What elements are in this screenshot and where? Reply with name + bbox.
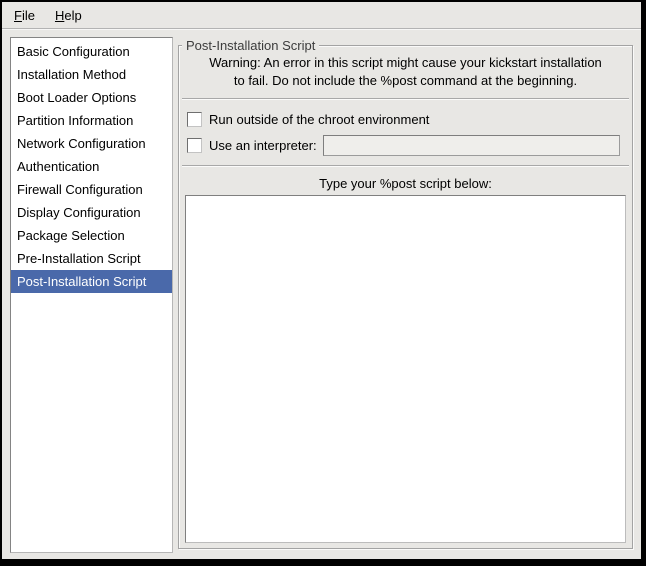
warning-text: Warning: An error in this script might c… — [179, 54, 632, 90]
sidebar-item-display-configuration[interactable]: Display Configuration — [11, 201, 172, 224]
menu-bar: File Help — [2, 2, 641, 29]
frame-title: Post-Installation Script — [182, 38, 319, 53]
sidebar-item-firewall-configuration[interactable]: Firewall Configuration — [11, 178, 172, 201]
interpreter-checkbox[interactable] — [187, 138, 202, 153]
script-instruction-label: Type your %post script below: — [179, 176, 632, 191]
menu-file[interactable]: File — [8, 5, 41, 26]
interpreter-checkbox-label[interactable]: Use an interpreter: — [209, 138, 317, 153]
chroot-checkbox[interactable] — [187, 112, 202, 127]
separator — [182, 165, 629, 167]
post-script-textarea[interactable] — [185, 195, 626, 543]
sidebar-item-partition-information[interactable]: Partition Information — [11, 109, 172, 132]
warning-line-1: Warning: An error in this script might c… — [179, 54, 632, 72]
chroot-checkbox-label[interactable]: Run outside of the chroot environment — [209, 112, 429, 127]
sidebar-item-package-selection[interactable]: Package Selection — [11, 224, 172, 247]
section-list: Basic Configuration Installation Method … — [10, 37, 173, 553]
sidebar-item-network-configuration[interactable]: Network Configuration — [11, 132, 172, 155]
menu-help-mnemonic: H — [55, 8, 64, 23]
menu-help-label: elp — [64, 8, 81, 23]
interpreter-entry[interactable] — [323, 135, 620, 156]
post-installation-script-frame: Post-Installation Script Warning: An err… — [178, 45, 633, 549]
menu-file-label: ile — [22, 8, 35, 23]
sidebar-item-boot-loader-options[interactable]: Boot Loader Options — [11, 86, 172, 109]
sidebar-item-authentication[interactable]: Authentication — [11, 155, 172, 178]
sidebar-item-post-installation-script[interactable]: Post-Installation Script — [11, 270, 172, 293]
sidebar-item-installation-method[interactable]: Installation Method — [11, 63, 172, 86]
kickstart-configurator-window: File Help Basic Configuration Installati… — [2, 2, 641, 559]
menu-file-mnemonic: F — [14, 8, 22, 23]
menu-help[interactable]: Help — [49, 5, 88, 26]
sidebar-item-pre-installation-script[interactable]: Pre-Installation Script — [11, 247, 172, 270]
interpreter-checkbox-row: Use an interpreter: — [187, 133, 624, 157]
separator — [182, 98, 629, 100]
chroot-checkbox-row: Run outside of the chroot environment — [187, 107, 624, 131]
sidebar-item-basic-configuration[interactable]: Basic Configuration — [11, 40, 172, 63]
warning-line-2: to fail. Do not include the %post comman… — [179, 72, 632, 90]
